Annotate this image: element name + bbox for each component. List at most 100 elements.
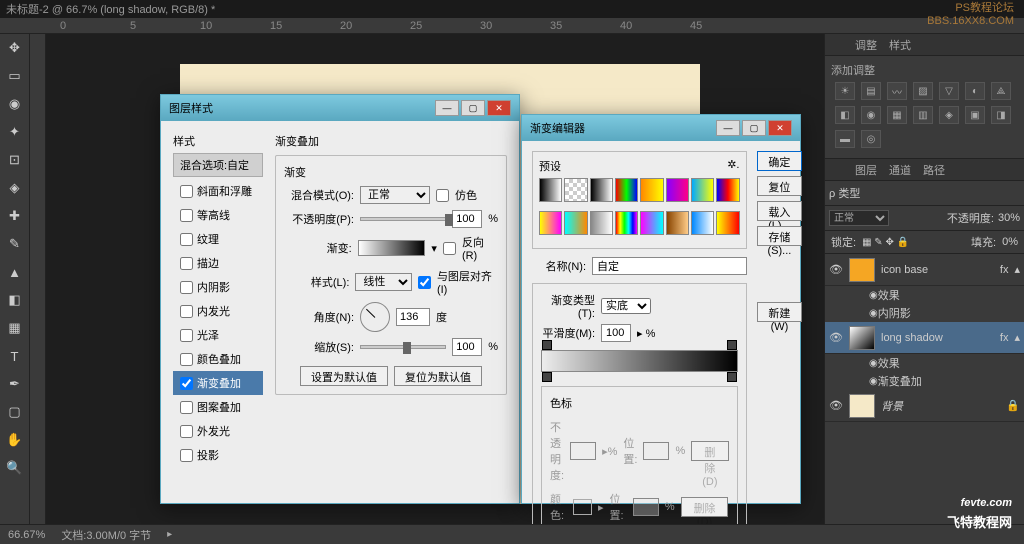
lasso-tool[interactable]: ◉ — [4, 94, 26, 114]
maximize-icon[interactable]: ▢ — [461, 100, 485, 116]
ok-button[interactable]: 确定 — [757, 151, 803, 171]
move-tool[interactable]: ✥ — [4, 38, 26, 58]
preset-swatch[interactable] — [716, 178, 739, 202]
layer-background[interactable]: 👁背景🔒 — [825, 390, 1024, 422]
preset-swatch[interactable] — [590, 178, 613, 202]
style-outer-glow[interactable]: 外发光 — [173, 419, 263, 443]
adj-levels[interactable]: ▤ — [861, 82, 881, 100]
preset-swatch[interactable] — [716, 211, 739, 235]
save-button[interactable]: 存储(S)... — [757, 226, 803, 246]
stroke-checkbox[interactable] — [180, 257, 193, 270]
style-texture[interactable]: 纹理 — [173, 227, 263, 251]
align-checkbox[interactable] — [418, 276, 431, 289]
tab-channels[interactable]: 通道 — [889, 162, 911, 178]
crop-tool[interactable]: ⊡ — [4, 150, 26, 170]
adj-curves[interactable]: 〰 — [887, 82, 907, 100]
inner-glow-checkbox[interactable] — [180, 305, 193, 318]
preset-swatch[interactable] — [590, 211, 613, 235]
layer-thumb[interactable] — [849, 326, 875, 350]
style-select[interactable]: 线性 — [355, 273, 412, 291]
color-stop-right[interactable] — [727, 372, 737, 382]
layer-long-shadow[interactable]: 👁long shadowfx ▴ — [825, 322, 1024, 354]
opacity-stop-left[interactable] — [542, 340, 552, 350]
texture-checkbox[interactable] — [180, 233, 193, 246]
adj-bw[interactable]: ◧ — [835, 106, 855, 124]
zoom-tool[interactable]: 🔍 — [4, 458, 26, 478]
eye-icon[interactable]: 👁 — [829, 331, 843, 344]
gear-icon[interactable]: ✲. — [727, 158, 739, 174]
name-input[interactable] — [592, 257, 747, 275]
eye-icon[interactable]: 👁 — [829, 399, 843, 412]
opacity-slider[interactable] — [360, 217, 446, 221]
opacity-stop-right[interactable] — [727, 340, 737, 350]
reverse-checkbox[interactable] — [443, 242, 456, 255]
gradient-overlay-checkbox[interactable] — [180, 377, 193, 390]
color-overlay-checkbox[interactable] — [180, 353, 193, 366]
preset-swatch[interactable] — [691, 178, 714, 202]
minimize-icon[interactable]: — — [716, 120, 740, 136]
scale-input[interactable] — [452, 338, 482, 356]
new-button[interactable]: 新建(W) — [757, 302, 803, 322]
hand-tool[interactable]: ✋ — [4, 430, 26, 450]
zoom-level[interactable]: 66.67% — [8, 529, 45, 541]
angle-input[interactable] — [396, 308, 430, 326]
preset-swatch[interactable] — [615, 178, 638, 202]
adj-brightness[interactable]: ☀ — [835, 82, 855, 100]
fx-gradient-overlay[interactable]: ◉ 渐变叠加 — [825, 372, 1024, 390]
drop-shadow-checkbox[interactable] — [180, 449, 193, 462]
adj-vibrance[interactable]: ▽ — [939, 82, 959, 100]
blending-options[interactable]: 混合选项:自定 — [173, 153, 263, 177]
preset-swatch[interactable] — [691, 211, 714, 235]
preset-swatch[interactable] — [564, 178, 587, 202]
minimize-icon[interactable]: — — [435, 100, 459, 116]
eye-icon[interactable]: 👁 — [829, 263, 843, 276]
inner-shadow-checkbox[interactable] — [180, 281, 193, 294]
close-icon[interactable]: ✕ — [768, 120, 792, 136]
opacity-input[interactable] — [452, 210, 482, 228]
adj-invert[interactable]: ◈ — [939, 106, 959, 124]
preset-swatch[interactable] — [640, 211, 663, 235]
adj-selective[interactable]: ◎ — [861, 130, 881, 148]
blend-mode-select[interactable]: 正常 — [829, 210, 889, 226]
fx-effects[interactable]: ◉ 效果 — [825, 354, 1024, 372]
preset-swatch[interactable] — [615, 211, 638, 235]
reset-default-button[interactable]: 复位为默认值 — [394, 366, 482, 386]
load-button[interactable]: 载入(L)... — [757, 201, 803, 221]
adj-balance[interactable]: ⟁ — [991, 82, 1011, 100]
layer-opacity[interactable]: 30% — [998, 212, 1020, 224]
adj-threshold[interactable]: ◨ — [991, 106, 1011, 124]
eyedropper-tool[interactable]: ◈ — [4, 178, 26, 198]
preset-swatch[interactable] — [640, 178, 663, 202]
style-inner-glow[interactable]: 内发光 — [173, 299, 263, 323]
style-stroke[interactable]: 描边 — [173, 251, 263, 275]
type-tool[interactable]: T — [4, 346, 26, 366]
smoothness-input[interactable] — [601, 324, 631, 342]
adj-photo-filter[interactable]: ◉ — [861, 106, 881, 124]
preset-swatch[interactable] — [564, 211, 587, 235]
brush-tool[interactable]: ✎ — [4, 234, 26, 254]
preset-swatch[interactable] — [666, 178, 689, 202]
bevel-checkbox[interactable] — [180, 185, 193, 198]
adj-mixer[interactable]: ▦ — [887, 106, 907, 124]
adj-exposure[interactable]: ▨ — [913, 82, 933, 100]
dither-checkbox[interactable] — [436, 189, 449, 202]
adj-posterize[interactable]: ▣ — [965, 106, 985, 124]
layer-icon-base[interactable]: 👁icon basefx ▴ — [825, 254, 1024, 286]
preset-swatch[interactable] — [539, 178, 562, 202]
pattern-overlay-checkbox[interactable] — [180, 401, 193, 414]
preset-swatch[interactable] — [539, 211, 562, 235]
fx-effects[interactable]: ◉ 效果 — [825, 286, 1024, 304]
gradient-type-select[interactable]: 实底 — [601, 298, 651, 314]
fx-inner-shadow[interactable]: ◉ 内阴影 — [825, 304, 1024, 322]
tab-layers[interactable]: 图层 — [855, 162, 877, 178]
layer-thumb[interactable] — [849, 394, 875, 418]
style-contour[interactable]: 等高线 — [173, 203, 263, 227]
angle-dial[interactable] — [360, 302, 390, 332]
style-pattern-overlay[interactable]: 图案叠加 — [173, 395, 263, 419]
adj-lookup[interactable]: ▥ — [913, 106, 933, 124]
eraser-tool[interactable]: ◧ — [4, 290, 26, 310]
stamp-tool[interactable]: ▲ — [4, 262, 26, 282]
color-stop-left[interactable] — [542, 372, 552, 382]
style-color-overlay[interactable]: 颜色叠加 — [173, 347, 263, 371]
style-inner-shadow[interactable]: 内阴影 — [173, 275, 263, 299]
